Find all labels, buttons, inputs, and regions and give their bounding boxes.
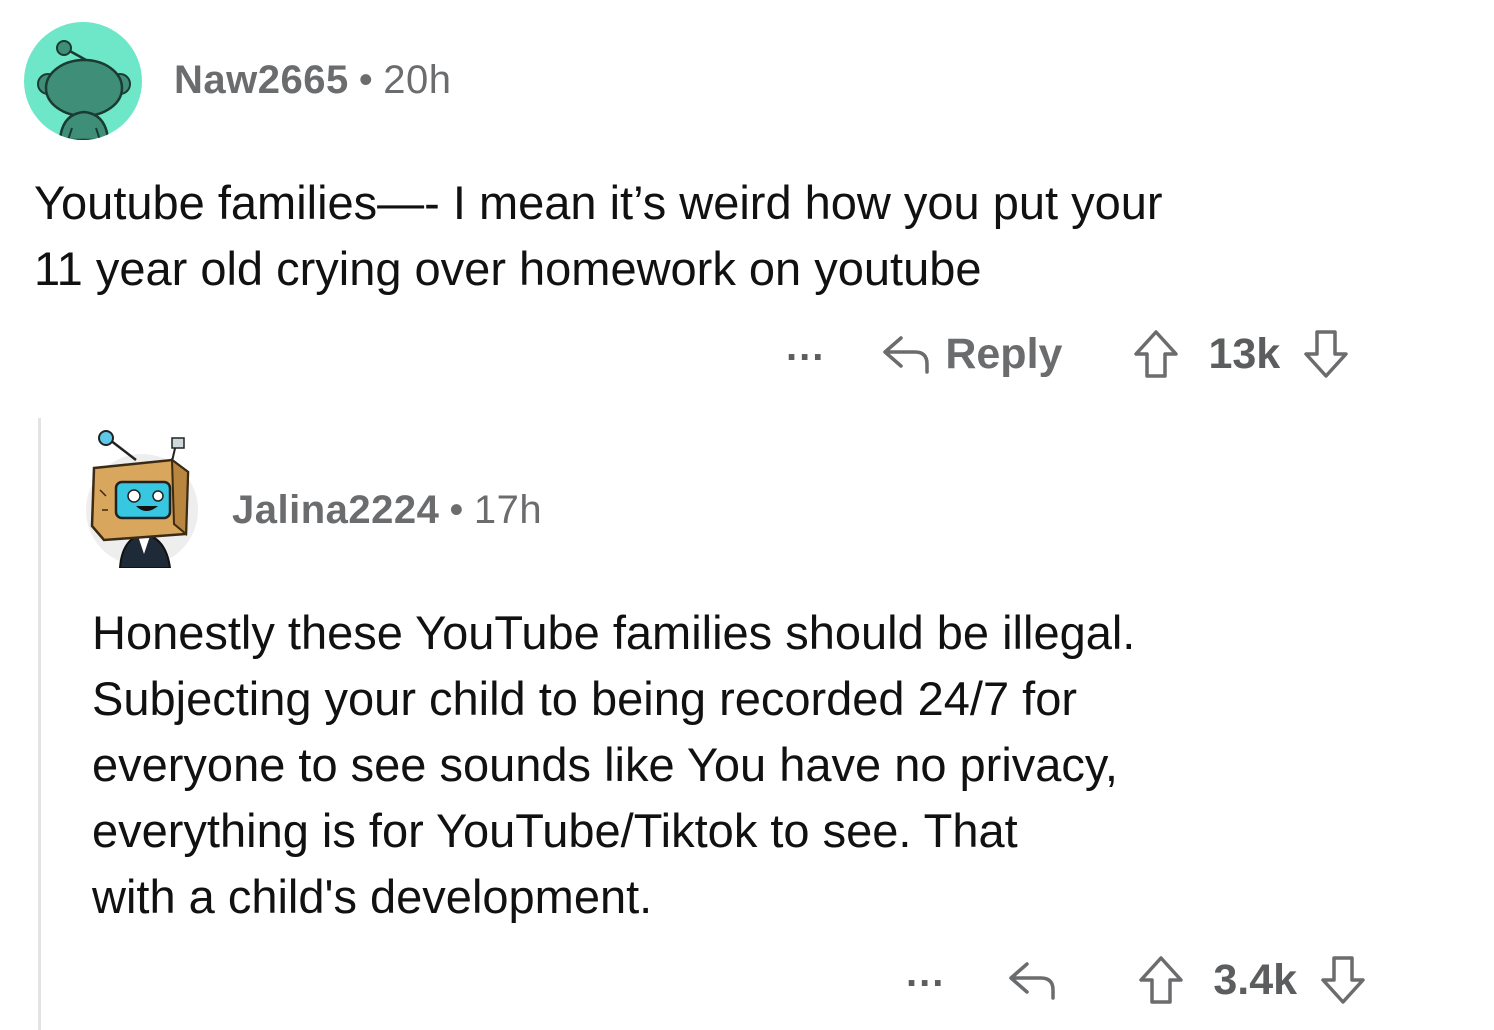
comment-body: Youtube families—- I mean it’s weird how… <box>34 176 1163 295</box>
vote-score: 13k <box>1208 329 1281 378</box>
user-avatar[interactable] <box>24 22 142 140</box>
more-options-button[interactable]: ... <box>906 953 945 993</box>
comment-timestamp: 17h <box>473 488 543 532</box>
comment-meta: Naw2665 • 20h <box>174 58 452 103</box>
comment-body: Honestly these YouTube families should b… <box>92 606 1136 923</box>
thread-line[interactable] <box>38 418 41 1030</box>
meta-separator: • <box>358 58 374 102</box>
comment-meta: Jalina2224 • 17h <box>232 488 542 533</box>
box-head-robot-avatar-icon <box>86 430 198 569</box>
comment-username[interactable]: Naw2665 <box>174 58 349 102</box>
reply-arrow-icon <box>1009 962 1056 1000</box>
reply-label: Reply <box>945 329 1063 378</box>
more-options-button[interactable]: ... <box>786 327 825 367</box>
meta-separator: • <box>449 488 464 532</box>
comment-timestamp: 20h <box>383 58 452 102</box>
user-avatar[interactable] <box>84 430 202 569</box>
downvote-arrow-icon[interactable] <box>1302 328 1350 380</box>
downvote-arrow-icon[interactable] <box>1319 954 1367 1006</box>
reply-button[interactable]: Reply <box>881 330 1062 379</box>
upvote-arrow-icon[interactable] <box>1137 954 1185 1006</box>
comment-actions: ... 3.4k <box>906 950 1367 1010</box>
reply-button[interactable] <box>1007 958 1059 1002</box>
snoo-avatar-icon <box>37 40 131 140</box>
comment-username[interactable]: Jalina2224 <box>232 488 439 532</box>
vote-score: 3.4k <box>1213 955 1298 1004</box>
upvote-arrow-icon[interactable] <box>1132 328 1180 380</box>
reply-arrow-icon <box>883 336 930 374</box>
comment-actions: ... Reply 13k <box>786 324 1350 384</box>
